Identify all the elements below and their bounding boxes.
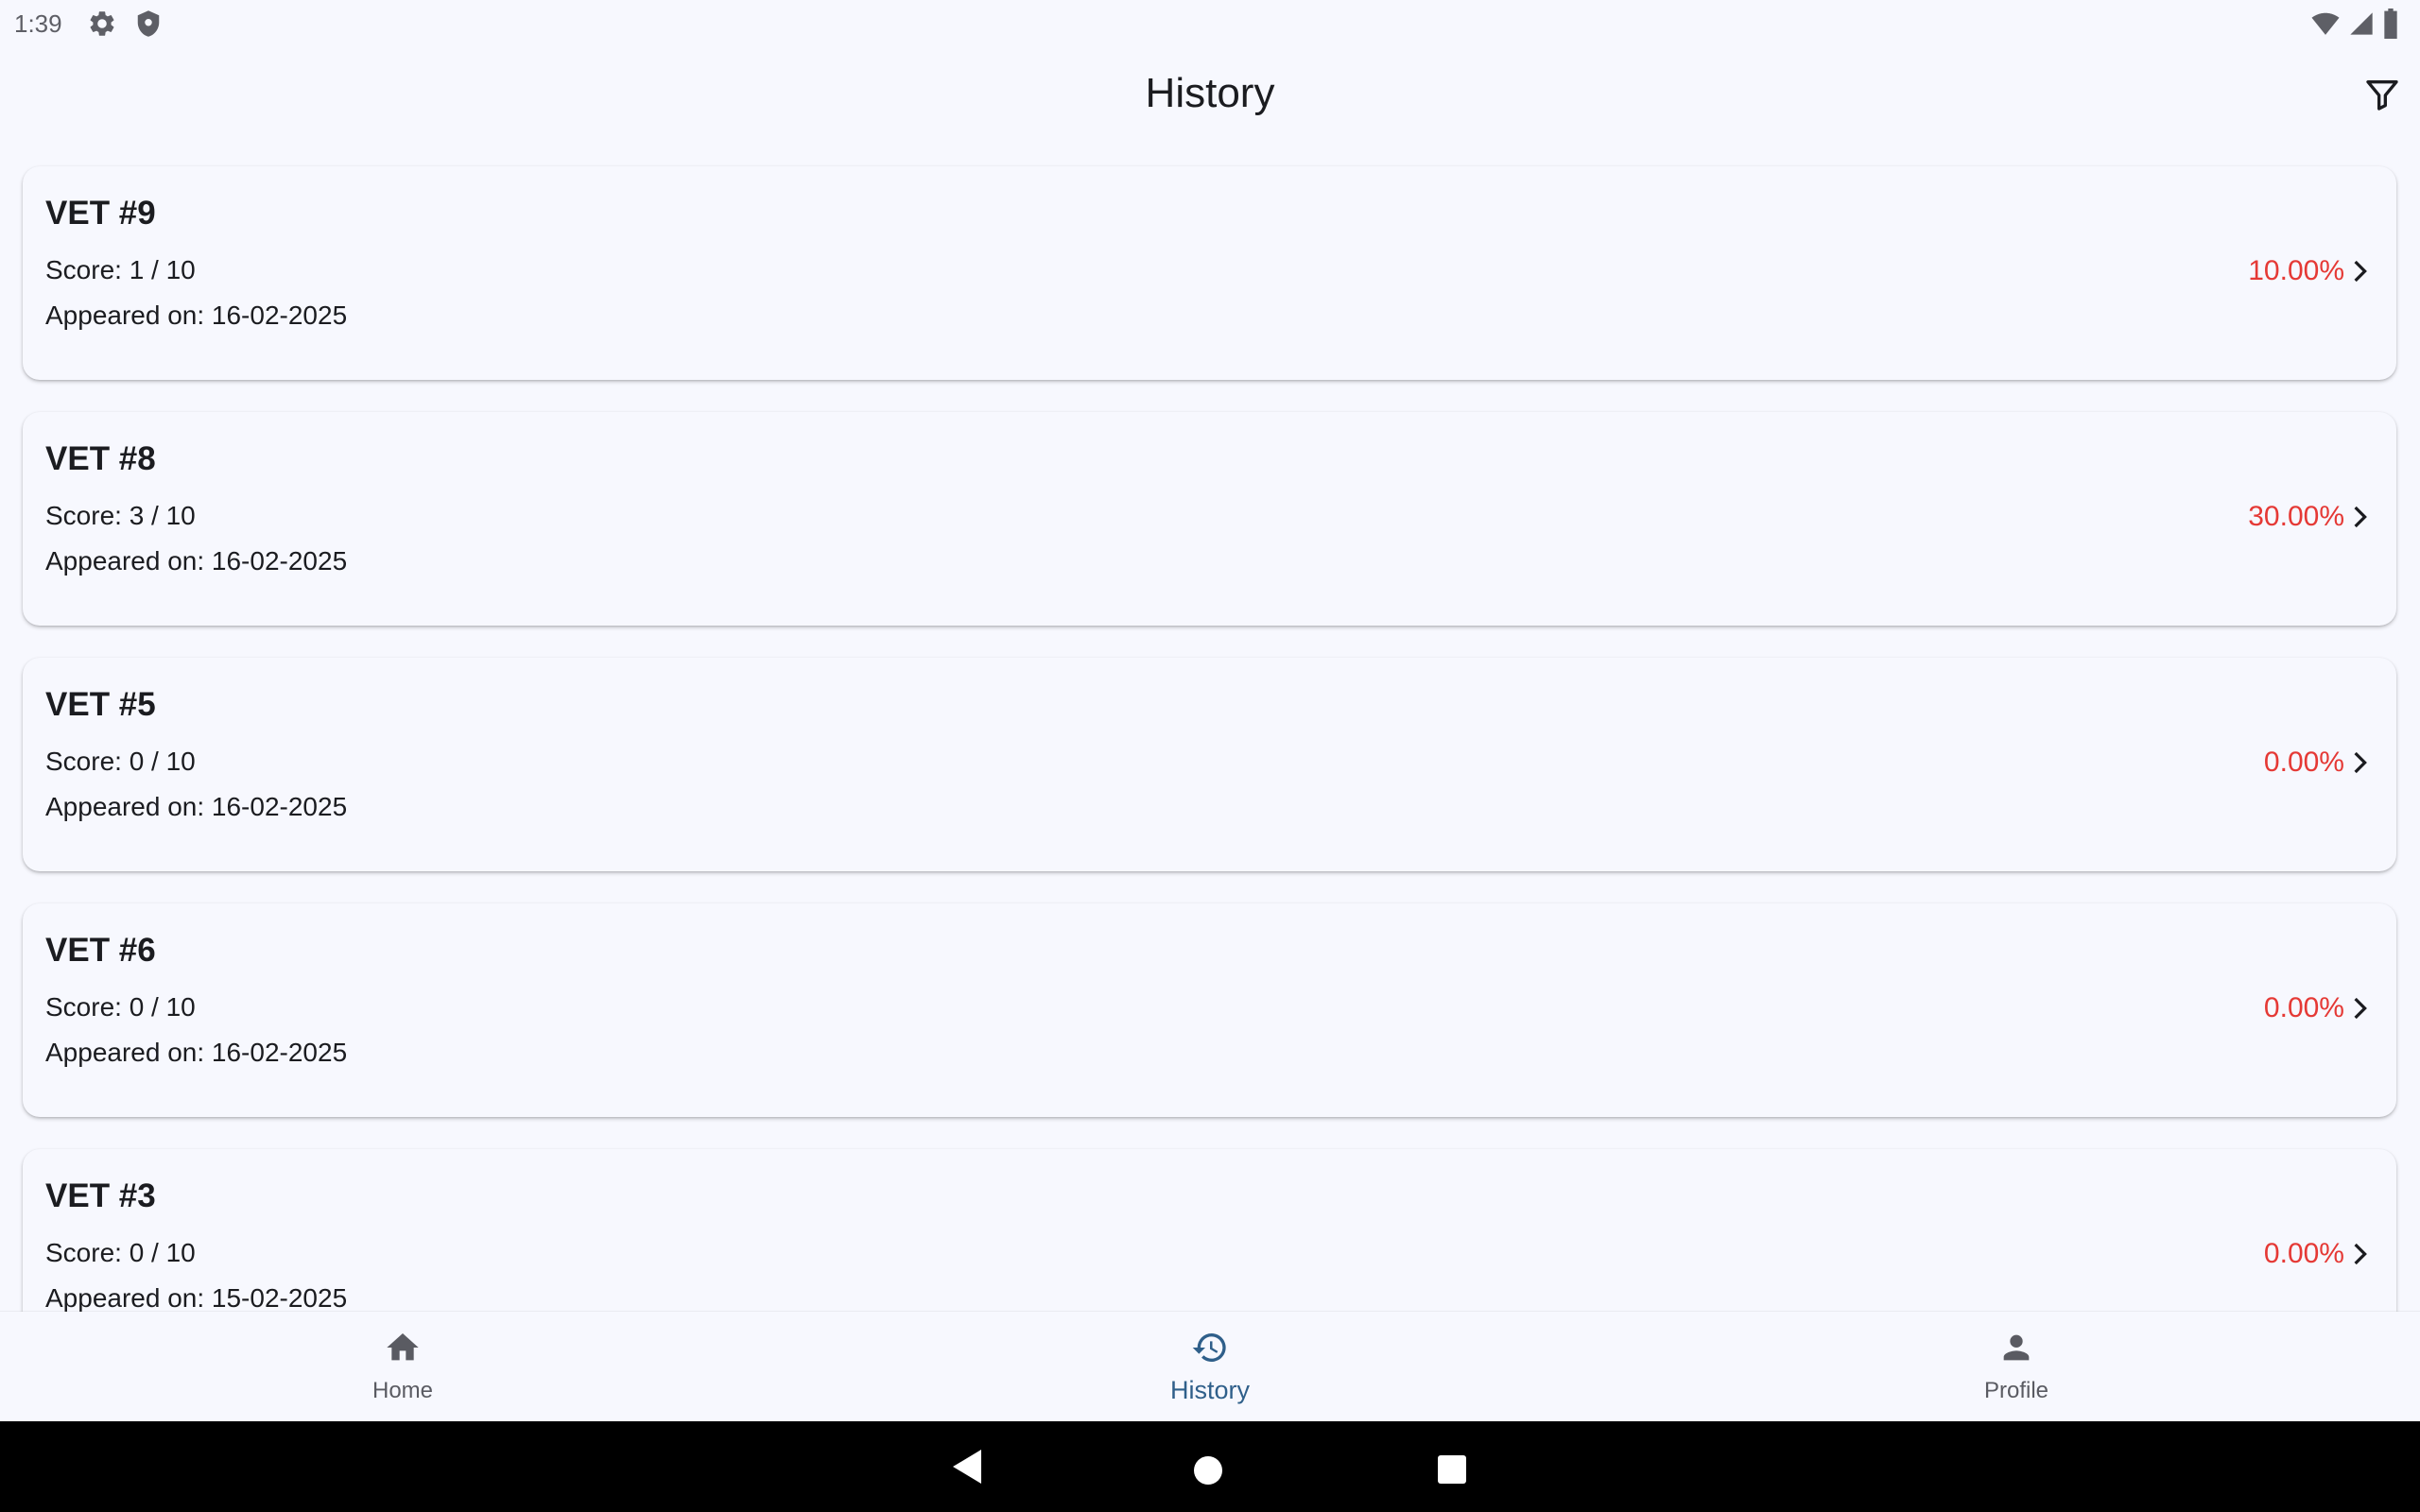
history-card[interactable]: VET #6 Score: 0 / 10 Appeared on: 16-02-… <box>23 903 2396 1117</box>
history-icon <box>1192 1333 1226 1362</box>
card-date: Appeared on: 15-02-2025 <box>45 1283 348 1312</box>
card-title: VET #5 <box>45 686 156 723</box>
shield-icon <box>137 10 160 37</box>
nav-label-profile: Profile <box>1983 1378 2049 1403</box>
app-bar: History <box>0 45 2420 149</box>
card-score: Score: 0 / 10 <box>45 1238 196 1267</box>
history-list[interactable]: VET #9 Score: 1 / 10 Appeared on: 16-02-… <box>0 149 2420 1312</box>
history-card[interactable]: VET #9 Score: 1 / 10 Appeared on: 16-02-… <box>23 166 2396 380</box>
chevron-right-icon <box>2354 997 2367 1020</box>
back-icon[interactable] <box>951 1448 983 1486</box>
card-title: VET #3 <box>45 1177 156 1214</box>
card-percent: 10.00% <box>2248 255 2344 286</box>
status-right-icons <box>2310 9 2399 39</box>
page-title: History <box>1145 70 1275 116</box>
nav-item-profile[interactable]: Profile <box>1875 1312 2158 1421</box>
history-card[interactable]: VET #8 Score: 3 / 10 Appeared on: 16-02-… <box>23 412 2396 626</box>
card-title: VET #9 <box>45 195 156 232</box>
status-bar: 1:39 <box>0 0 2420 45</box>
nav-label-history: History <box>1169 1376 1250 1404</box>
home-icon <box>387 1333 419 1361</box>
signal-icon <box>2350 12 2373 35</box>
card-score: Score: 0 / 10 <box>45 747 196 776</box>
card-date: Appeared on: 16-02-2025 <box>45 301 348 330</box>
chevron-right-icon <box>2354 1243 2367 1265</box>
bottom-navigation: Home History Profile <box>0 1312 2420 1421</box>
person-icon <box>2003 1334 2030 1361</box>
filter-icon <box>2366 80 2398 111</box>
card-percent: 0.00% <box>2263 1238 2344 1269</box>
recents-icon[interactable] <box>1437 1454 1467 1485</box>
chevron-right-icon <box>2354 751 2367 774</box>
history-card[interactable]: VET #3 Score: 0 / 10 Appeared on: 15-02-… <box>23 1149 2396 1312</box>
home-circle-icon[interactable] <box>1193 1455 1223 1486</box>
chevron-right-icon <box>2354 260 2367 283</box>
nav-item-home[interactable]: Home <box>261 1312 544 1421</box>
card-percent: 0.00% <box>2263 747 2344 778</box>
nav-label-home: Home <box>372 1378 434 1403</box>
battery-icon <box>2384 9 2397 39</box>
gear-icon <box>90 11 114 36</box>
card-score: Score: 3 / 10 <box>45 501 196 530</box>
system-nav-bar <box>0 1421 2420 1512</box>
nav-item-history[interactable]: History <box>1068 1312 1352 1421</box>
card-score: Score: 1 / 10 <box>45 255 196 284</box>
card-title: VET #6 <box>45 932 156 969</box>
card-date: Appeared on: 16-02-2025 <box>45 792 348 821</box>
card-date: Appeared on: 16-02-2025 <box>45 546 348 576</box>
history-card[interactable]: VET #5 Score: 0 / 10 Appeared on: 16-02-… <box>23 658 2396 871</box>
card-score: Score: 0 / 10 <box>45 992 196 1022</box>
status-time: 1:39 <box>14 9 62 38</box>
card-title: VET #8 <box>45 440 156 477</box>
chevron-right-icon <box>2354 506 2367 528</box>
card-date: Appeared on: 16-02-2025 <box>45 1038 348 1067</box>
card-percent: 30.00% <box>2248 501 2344 532</box>
filter-button[interactable] <box>2361 74 2403 115</box>
history-screen: 1:39 History VET #9 Score: 1 / 10 Appear… <box>0 0 2420 1512</box>
wifi-icon <box>2311 12 2340 35</box>
card-percent: 0.00% <box>2263 992 2344 1023</box>
